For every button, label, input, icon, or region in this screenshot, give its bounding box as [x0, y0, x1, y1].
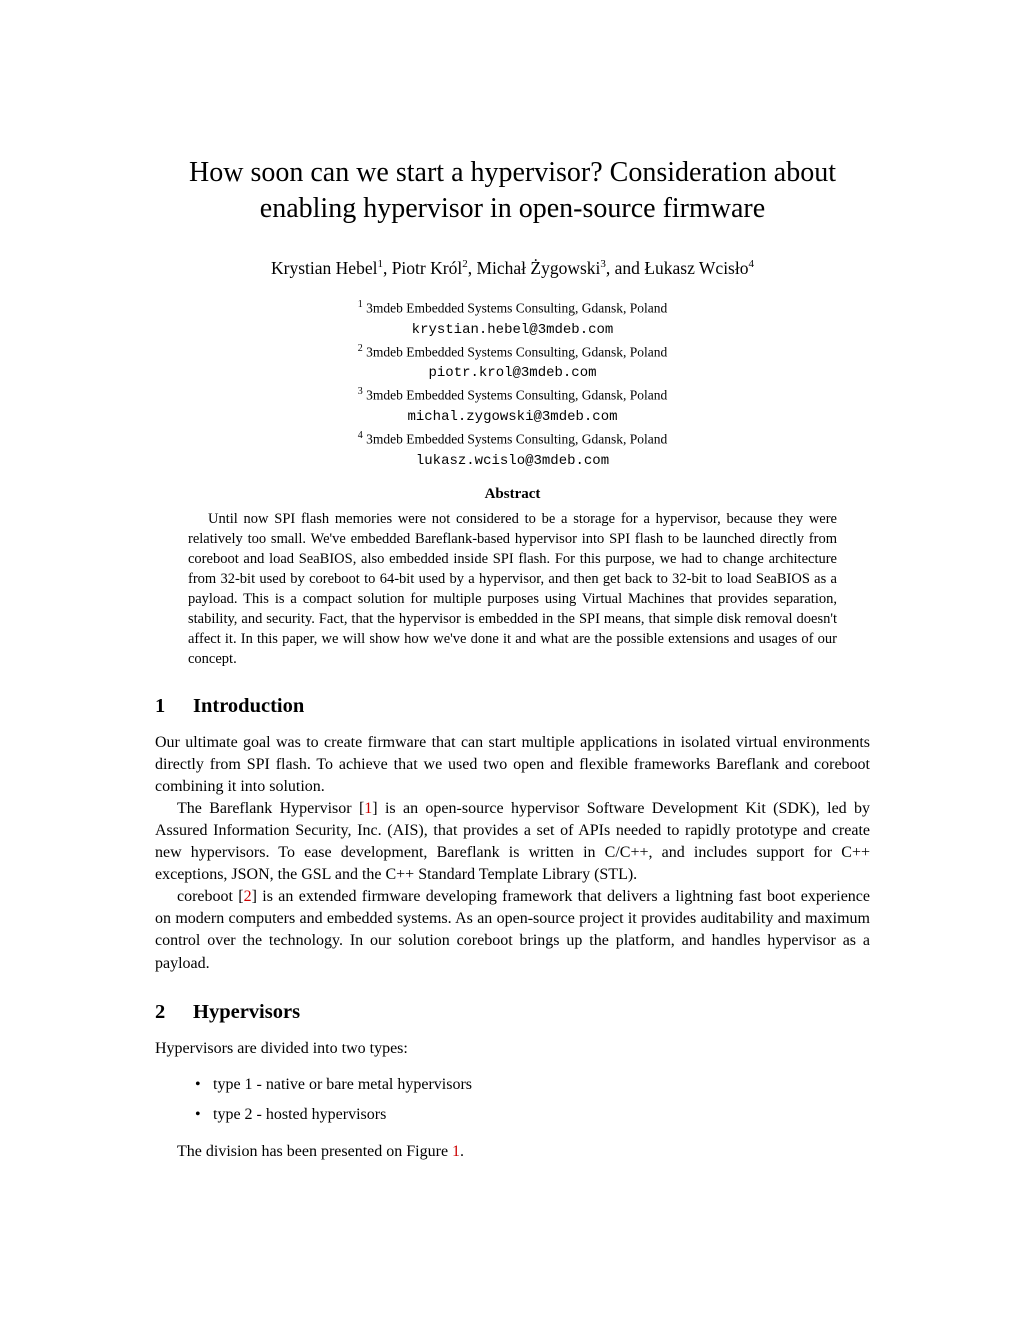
author-1-name: Krystian Hebel	[271, 258, 377, 278]
text-run: The division has been presented on Figur…	[177, 1143, 452, 1160]
section-1-title: Introduction	[193, 695, 304, 717]
section-2-heading: 2Hypervisors	[155, 1001, 870, 1024]
affil-2-email: piotr.krol@3mdeb.com	[428, 365, 596, 381]
hypervisor-types-list: type 1 - native or bare metal hypervisor…	[195, 1070, 870, 1131]
text-run: coreboot [	[177, 888, 244, 905]
author-sep: ,	[383, 258, 392, 278]
authors-line: Krystian Hebel1, Piotr Król2, Michał Żyg…	[155, 258, 870, 279]
affil-1-text: 3mdeb Embedded Systems Consulting, Gdans…	[363, 300, 668, 315]
affil-4-email: lukasz.wcislo@3mdeb.com	[416, 453, 609, 469]
affil-4-text: 3mdeb Embedded Systems Consulting, Gdans…	[363, 432, 668, 447]
author-3-name: Michał Żygowski	[476, 258, 600, 278]
abstract-text: Until now SPI flash memories were not co…	[188, 509, 837, 669]
text-run: .	[460, 1143, 464, 1160]
affil-3-email: michal.zygowski@3mdeb.com	[407, 409, 617, 425]
affiliations: 1 3mdeb Embedded Systems Consulting, Gda…	[155, 297, 870, 472]
section-2-para-1: Hypervisors are divided into two types:	[155, 1038, 870, 1060]
author-4-name: Łukasz Wcisło	[644, 258, 748, 278]
section-1-para-1: Our ultimate goal was to create firmware…	[155, 732, 870, 798]
section-2-para-2: The division has been presented on Figur…	[155, 1141, 870, 1163]
list-item: type 1 - native or bare metal hypervisor…	[195, 1070, 870, 1100]
section-1-number: 1	[155, 695, 193, 718]
figure-ref-link[interactable]: 1	[452, 1143, 460, 1160]
section-2-title: Hypervisors	[193, 1001, 300, 1023]
author-4-sup: 4	[748, 258, 754, 270]
affil-2-text: 3mdeb Embedded Systems Consulting, Gdans…	[363, 344, 668, 359]
citation-link[interactable]: 2	[244, 888, 252, 905]
affil-3-text: 3mdeb Embedded Systems Consulting, Gdans…	[363, 388, 668, 403]
section-2-number: 2	[155, 1001, 193, 1024]
paper-title: How soon can we start a hypervisor? Cons…	[155, 155, 870, 228]
list-item: type 2 - hosted hypervisors	[195, 1100, 870, 1130]
author-sep: , and	[606, 258, 644, 278]
text-run: The Bareflank Hypervisor [	[177, 800, 364, 817]
section-1-heading: 1Introduction	[155, 695, 870, 718]
text-run: ] is an extended firmware developing fra…	[155, 888, 870, 971]
abstract-heading: Abstract	[155, 486, 870, 503]
author-2-name: Piotr Król	[392, 258, 463, 278]
affil-1-email: krystian.hebel@3mdeb.com	[412, 322, 614, 338]
section-1-para-3: coreboot [2] is an extended firmware dev…	[155, 886, 870, 974]
section-1-para-2: The Bareflank Hypervisor [1] is an open-…	[155, 798, 870, 886]
